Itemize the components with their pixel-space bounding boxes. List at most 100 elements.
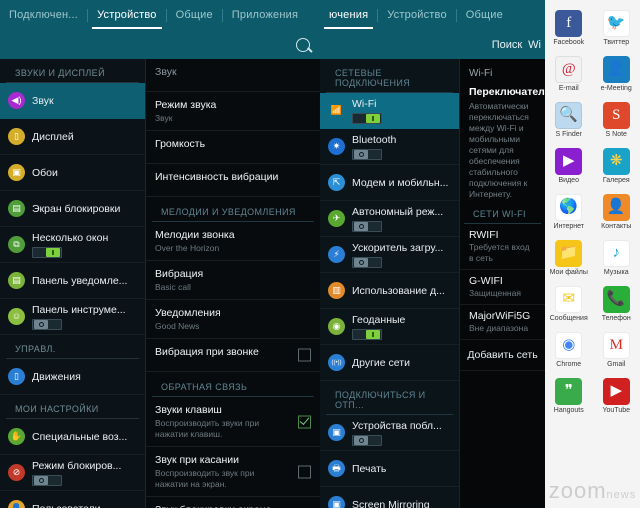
app-drawer[interactable]: f Facebook 🐦 Твиттер @ E-mail 👤 e-Meeting 🔍 S Fin… xyxy=(545,0,640,508)
tab-bar-right: ючения Устройство Общие xyxy=(320,0,545,31)
settings-item-display[interactable]: ▯ Дисплей xyxy=(0,119,145,155)
app-drawer-item[interactable]: ❋ Галерея xyxy=(593,144,640,190)
settings-item-lockscreen[interactable]: ▤ Экран блокировки xyxy=(0,191,145,227)
wifi-network-state: Защищенная xyxy=(469,288,521,298)
detail-row[interactable]: Вибрация Basic call xyxy=(146,261,320,300)
wifi-network-row[interactable]: G-WIFI Защищенная xyxy=(460,270,545,305)
sound-detail-pane[interactable]: Звук Режим звука Звук Громкость Интенсивност… xyxy=(145,59,320,508)
app-drawer-item[interactable]: ▶ Видео xyxy=(545,144,593,190)
app-drawer-label: Телефон xyxy=(601,315,631,322)
app-drawer-item[interactable]: 📞 Телефон xyxy=(593,282,640,328)
app-drawer-item[interactable]: 📁 Мои файлы xyxy=(545,236,593,282)
toggle-switch[interactable] xyxy=(352,256,382,268)
settings-item-notification-panel[interactable]: ▤ Панель уведомле... xyxy=(0,263,145,299)
app-drawer-label: Видео xyxy=(558,177,579,184)
settings-item-data-usage[interactable]: ▥ Использование д... xyxy=(320,273,459,309)
settings-item-nearby-devices[interactable]: ▣ Устройства побл... xyxy=(320,415,459,451)
app-drawer-item[interactable]: 👤 Контакты xyxy=(593,190,640,236)
wifi-network-name: RWIFI xyxy=(469,229,499,241)
app-drawer-item[interactable]: ❞ Hangouts xyxy=(545,374,593,420)
settings-item-wifi[interactable]: 📶 Wi-Fi xyxy=(320,93,459,129)
toggle-switch[interactable] xyxy=(32,246,62,258)
tab-общие[interactable]: Общие xyxy=(457,0,512,31)
tab-ючения[interactable]: ючения xyxy=(320,0,377,31)
checkbox[interactable] xyxy=(298,348,311,362)
wifi-network-name: MajorWiFi5G xyxy=(469,310,531,322)
app-drawer-item[interactable]: ◉ Chrome xyxy=(545,328,593,374)
toggle-switch[interactable] xyxy=(352,220,382,232)
app-drawer-item[interactable]: S S Note xyxy=(593,98,640,144)
toggle-switch[interactable] xyxy=(352,112,382,124)
connections-list[interactable]: СЕТЕВЫЕ ПОДКЛЮЧЕНИЯ 📶 Wi-Fi ✷ Bluetooth ⇱ Моде… xyxy=(320,59,459,508)
settings-item-motion[interactable]: ▯ Движения xyxy=(0,359,145,395)
settings-item-toolbox-panel[interactable]: ☺ Панель инструме... xyxy=(0,299,145,335)
toggle-knob xyxy=(354,257,368,267)
settings-item-wallpaper[interactable]: ▣ Обои xyxy=(0,155,145,191)
toggle-switch[interactable] xyxy=(352,434,382,446)
app-drawer-item[interactable]: ♪ Музыка xyxy=(593,236,640,282)
add-network-button[interactable]: Добавить сеть xyxy=(460,340,545,371)
app-drawer-item[interactable]: 🐦 Твиттер xyxy=(593,6,640,52)
detail-row[interactable]: Режим звука Звук xyxy=(146,92,320,131)
app-drawer-item[interactable]: 🔍 S Finder xyxy=(545,98,593,144)
detail-row[interactable]: Звук блокировки экранаВоспроизведение зв… xyxy=(146,497,320,508)
app-drawer-item[interactable]: 🌎 Интернет xyxy=(545,190,593,236)
settings-item-screen-mirroring[interactable]: ▣ Screen Mirroring xyxy=(320,487,459,508)
checkbox[interactable] xyxy=(298,465,311,478)
search-row-right[interactable]: Поиск Wi xyxy=(320,31,545,59)
settings-item-blocking-mode[interactable]: ⊘ Режим блокиров... xyxy=(0,455,145,491)
settings-item-label: Обои xyxy=(32,166,58,179)
settings-item-airplane-mode[interactable]: ✈ Автономный реж... xyxy=(320,201,459,237)
detail-row[interactable]: Уведомления Good News xyxy=(146,300,320,339)
search-icon[interactable] xyxy=(296,38,310,52)
tab-устройство[interactable]: Устройство xyxy=(88,0,166,31)
settings-item-speaker[interactable]: ◀) Звук xyxy=(0,83,145,119)
app-drawer-item[interactable]: 👤 e-Meeting xyxy=(593,52,640,98)
app-drawer-label: Chrome xyxy=(556,361,582,368)
detail-row-subtitle: Over the Horizon xyxy=(155,243,220,253)
detail-row[interactable]: Звук при касании Воспроизводить звук при … xyxy=(146,447,320,497)
toggle-switch[interactable] xyxy=(352,328,382,340)
app-drawer-item[interactable]: @ E-mail xyxy=(545,52,593,98)
app-drawer-item[interactable]: ▶ YouTube xyxy=(593,374,640,420)
app-drawer-label: Сообщения xyxy=(549,315,588,322)
settings-item-print[interactable]: 🖶 Печать xyxy=(320,451,459,487)
detail-row[interactable]: Громкость xyxy=(146,131,320,164)
settings-item-bluetooth[interactable]: ✷ Bluetooth xyxy=(320,129,459,165)
detail-row[interactable]: Мелодии звонка Over the Horizon xyxy=(146,222,320,261)
app-drawer-item[interactable]: M Gmail xyxy=(593,328,640,374)
settings-item-users[interactable]: 👤 Пользователи xyxy=(0,491,145,508)
detail-row[interactable]: Вибрация при звонке xyxy=(146,339,320,372)
app-drawer-item[interactable]: f Facebook xyxy=(545,6,593,52)
search-query-partial: Wi xyxy=(528,39,541,51)
settings-item-label: Пользователи xyxy=(32,503,139,508)
tab-подключен-[interactable]: Подключен... xyxy=(0,0,87,31)
app-drawer-item[interactable]: ✉ Сообщения xyxy=(545,282,593,328)
wifi-detail-pane[interactable]: Wi-Fi Переключатели Автоматически переключ… xyxy=(459,59,545,508)
notification-panel-icon: ▤ xyxy=(8,272,25,289)
tab-общие[interactable]: Общие xyxy=(167,0,222,31)
toggle-switch[interactable] xyxy=(32,318,62,330)
settings-item-label: Несколько окон xyxy=(32,231,109,244)
settings-item-other-networks[interactable]: ((•)) Другие сети xyxy=(320,345,459,381)
toggle-knob xyxy=(366,113,380,123)
settings-list-left[interactable]: ЗВУКИ И ДИСПЛЕЙ ◀) Звук ▯ Дисплей ▣ Обои ▤ Экран… xyxy=(0,59,145,508)
toggle-switch[interactable] xyxy=(32,474,62,486)
detail-row-title: Мелодии звонка xyxy=(155,229,235,241)
detail-row-title: Интенсивность вибрации xyxy=(155,171,279,183)
toggle-switch[interactable] xyxy=(352,148,382,160)
display-icon: ▯ xyxy=(8,128,25,145)
settings-item-location[interactable]: ◉ Геоданные xyxy=(320,309,459,345)
wifi-network-row[interactable]: MajorWiFi5G Вне диапазона xyxy=(460,305,545,340)
wifi-network-name: G-WIFI xyxy=(469,275,503,287)
checkbox[interactable] xyxy=(298,415,311,428)
settings-item-download-booster[interactable]: ⚡ Ускоритель загру... xyxy=(320,237,459,273)
settings-item-multiwindow[interactable]: ⧉ Несколько окон xyxy=(0,227,145,263)
wifi-network-row[interactable]: RWIFI Требуется вход в сеть xyxy=(460,224,545,270)
detail-row[interactable]: Интенсивность вибрации xyxy=(146,164,320,197)
settings-item-accessibility[interactable]: ✋ Специальные воз... xyxy=(0,419,145,455)
tab-устройство[interactable]: Устройство xyxy=(378,0,456,31)
settings-item-tethering[interactable]: ⇱ Модем и мобильн... xyxy=(320,165,459,201)
tab-приложения[interactable]: Приложения xyxy=(223,0,307,31)
detail-row[interactable]: Звуки клавиш Воспроизводить звуки при наж… xyxy=(146,397,320,447)
